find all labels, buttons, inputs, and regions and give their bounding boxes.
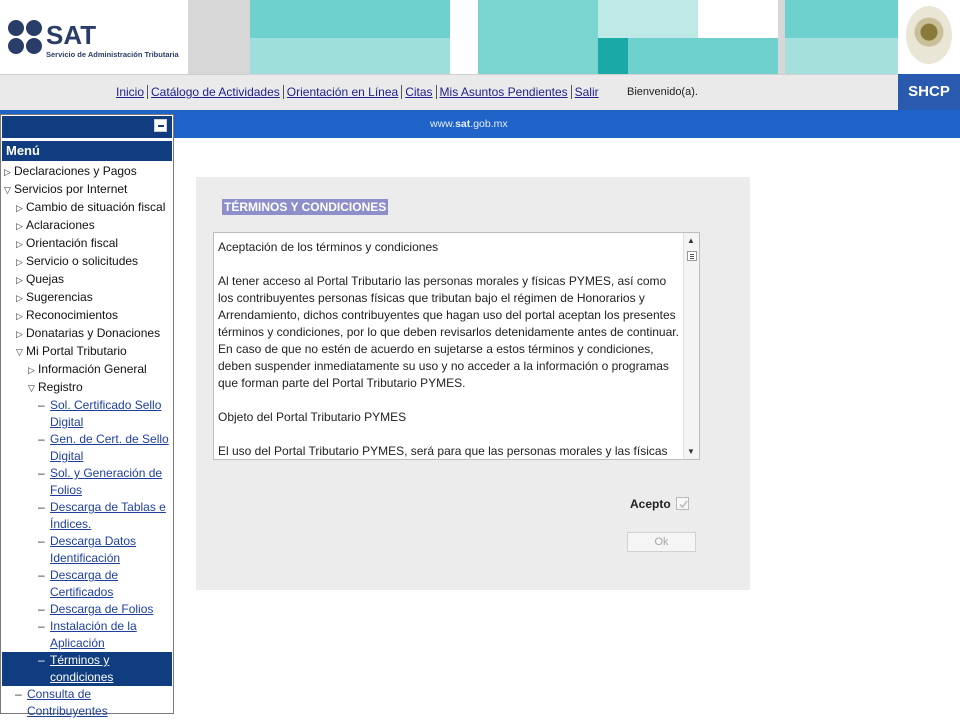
terms-textarea[interactable]: Aceptación de los términos y condiciones… bbox=[213, 232, 700, 460]
menu-reconocimientos[interactable]: ▷ Reconocimientos bbox=[2, 307, 172, 325]
menu-sol-certificado[interactable]: – Sol. Certificado Sello Digital bbox=[2, 397, 172, 431]
expand-arrow-icon: ▷ bbox=[16, 257, 23, 267]
sat-logo-icon bbox=[8, 20, 44, 56]
sidebar-toolbar bbox=[2, 116, 172, 138]
expand-arrow-icon: ▷ bbox=[16, 239, 23, 249]
menu-servicio-solicitudes[interactable]: ▷ Servicio o solicitudes bbox=[2, 253, 172, 271]
menu-donatarias[interactable]: ▷ Donatarias y Donaciones bbox=[2, 325, 172, 343]
dash-icon: – bbox=[38, 466, 45, 480]
terms-line: deben suspender inmediatamente su uso y … bbox=[218, 359, 669, 373]
expand-arrow-icon: ▷ bbox=[16, 293, 23, 303]
menu-registro[interactable]: ▽ Registro bbox=[2, 379, 172, 397]
nav-asuntos[interactable]: Mis Asuntos Pendientes bbox=[439, 85, 572, 99]
dash-icon: – bbox=[15, 687, 22, 701]
collapse-arrow-icon: ▽ bbox=[16, 347, 23, 357]
menu-consulta-contribuyentes[interactable]: – Consulta de Contribuyentes bbox=[2, 686, 172, 720]
header: SAT Servicio de Administración Tributari… bbox=[0, 0, 960, 78]
menu-info-general[interactable]: ▷ Información General bbox=[2, 361, 172, 379]
scroll-thumb[interactable] bbox=[687, 251, 697, 261]
terms-line: En caso de que no estén de acuerdo en su… bbox=[218, 342, 654, 356]
logo-text: SAT bbox=[46, 20, 97, 50]
terms-heading-2: Objeto del Portal Tributario PYMES bbox=[218, 410, 407, 424]
collapse-arrow-icon: ▽ bbox=[4, 185, 11, 195]
page: SAT Servicio de Administración Tributari… bbox=[0, 0, 960, 720]
dash-icon: – bbox=[38, 619, 45, 633]
menu-sugerencias[interactable]: ▷ Sugerencias bbox=[2, 289, 172, 307]
terms-heading: Aceptación de los términos y condiciones bbox=[218, 240, 439, 254]
acepto-label: Acepto bbox=[630, 497, 671, 511]
expand-arrow-icon: ▷ bbox=[16, 311, 23, 321]
menu-declaraciones[interactable]: ▷ Declaraciones y Pagos bbox=[2, 163, 172, 181]
nav-catalogo[interactable]: Catálogo de Actividades bbox=[150, 85, 284, 99]
menu-quejas[interactable]: ▷ Quejas bbox=[2, 271, 172, 289]
menu-mi-portal[interactable]: ▽ Mi Portal Tributario bbox=[2, 343, 172, 361]
nav-inicio[interactable]: Inicio bbox=[116, 85, 149, 99]
dash-icon: – bbox=[38, 602, 45, 616]
nav-links: Inicio Catálogo de Actividades Orientaci… bbox=[116, 85, 604, 99]
page-title: TÉRMINOS Y CONDICIONES bbox=[222, 199, 389, 215]
menu-instalacion[interactable]: – Instalación de la Aplicación bbox=[2, 618, 172, 652]
menu-orientacion[interactable]: ▷ Orientación fiscal bbox=[2, 235, 172, 253]
sat-logo[interactable]: SAT Servicio de Administración Tributari… bbox=[0, 0, 188, 74]
menu-descarga-datos[interactable]: – Descarga Datos Identificación bbox=[2, 533, 172, 567]
logo-subtitle: Servicio de Administración Tributaria bbox=[46, 50, 179, 59]
checkmark-icon bbox=[679, 500, 688, 509]
menu-descarga-certificados[interactable]: – Descarga de Certificados bbox=[2, 567, 172, 601]
collapse-arrow-icon: ▽ bbox=[28, 383, 35, 393]
terms-line: términos y condiciones, por lo que deben… bbox=[218, 325, 679, 339]
nav-salir[interactable]: Salir bbox=[574, 85, 602, 99]
header-banner bbox=[188, 0, 898, 74]
top-nav: Inicio Catálogo de Actividades Orientaci… bbox=[0, 74, 898, 110]
expand-arrow-icon: ▷ bbox=[16, 275, 23, 285]
ok-button[interactable]: Ok bbox=[627, 532, 696, 552]
dash-icon: – bbox=[38, 398, 45, 412]
menu-gen-cert[interactable]: – Gen. de Cert. de Sello Digital bbox=[2, 431, 172, 465]
dash-icon: – bbox=[38, 653, 45, 667]
menu-tree: ▷ Declaraciones y Pagos ▽ Servicios por In… bbox=[2, 163, 172, 720]
terms-line: los contribuyentes personas físicas que … bbox=[218, 291, 645, 305]
scroll-up-icon[interactable]: ▲ bbox=[687, 236, 695, 245]
terms-line: que forman parte del Portal Tributario P… bbox=[218, 376, 466, 390]
dash-icon: – bbox=[38, 432, 45, 446]
expand-arrow-icon: ▷ bbox=[16, 221, 23, 231]
collapse-menu-button[interactable] bbox=[154, 119, 167, 132]
scroll-down-icon[interactable]: ▼ bbox=[687, 447, 695, 456]
expand-arrow-icon: ▷ bbox=[28, 365, 35, 375]
terms-line: Arrendamiento, dichos contribuyentes que… bbox=[218, 308, 676, 322]
terms-text: Aceptación de los términos y condiciones… bbox=[218, 239, 680, 459]
acepto-checkbox[interactable] bbox=[676, 497, 689, 510]
mexico-seal bbox=[898, 0, 960, 74]
dash-icon: – bbox=[38, 568, 45, 582]
site-url: www.sat.gob.mx bbox=[430, 118, 508, 130]
terms-scrollbar[interactable]: ▲ ▼ bbox=[683, 233, 699, 459]
menu-descarga-tablas[interactable]: – Descarga de Tablas e Índices. bbox=[2, 499, 172, 533]
menu-aclaraciones[interactable]: ▷ Aclaraciones bbox=[2, 217, 172, 235]
nav-orientacion[interactable]: Orientación en Línea bbox=[286, 85, 403, 99]
menu-terminos-condiciones[interactable]: – Términos y condiciones bbox=[2, 652, 172, 686]
sidebar: Menú ▷ Declaraciones y Pagos ▽ Servicios p… bbox=[0, 114, 174, 718]
menu-sol-generacion-folios[interactable]: – Sol. y Generación de Folios bbox=[2, 465, 172, 499]
dash-icon: – bbox=[38, 500, 45, 514]
nav-citas[interactable]: Citas bbox=[404, 85, 437, 99]
menu-title: Menú bbox=[2, 141, 172, 161]
terms-line: Al tener acceso al Portal Tributario las… bbox=[218, 274, 667, 288]
menu-descarga-folios[interactable]: – Descarga de Folios bbox=[2, 601, 172, 618]
terms-panel: TÉRMINOS Y CONDICIONES Aceptación de los… bbox=[196, 177, 750, 590]
welcome-text: Bienvenido(a). bbox=[627, 86, 698, 98]
expand-arrow-icon: ▷ bbox=[16, 203, 23, 213]
menu-servicios[interactable]: ▽ Servicios por Internet bbox=[2, 181, 172, 199]
national-seal-icon bbox=[906, 6, 952, 64]
dash-icon: – bbox=[38, 534, 45, 548]
terms-line: El uso del Portal Tributario PYMES, será… bbox=[218, 444, 668, 458]
menu-cambio[interactable]: ▷ Cambio de situación fiscal bbox=[2, 199, 172, 217]
expand-arrow-icon: ▷ bbox=[16, 329, 23, 339]
expand-arrow-icon: ▷ bbox=[4, 167, 11, 177]
